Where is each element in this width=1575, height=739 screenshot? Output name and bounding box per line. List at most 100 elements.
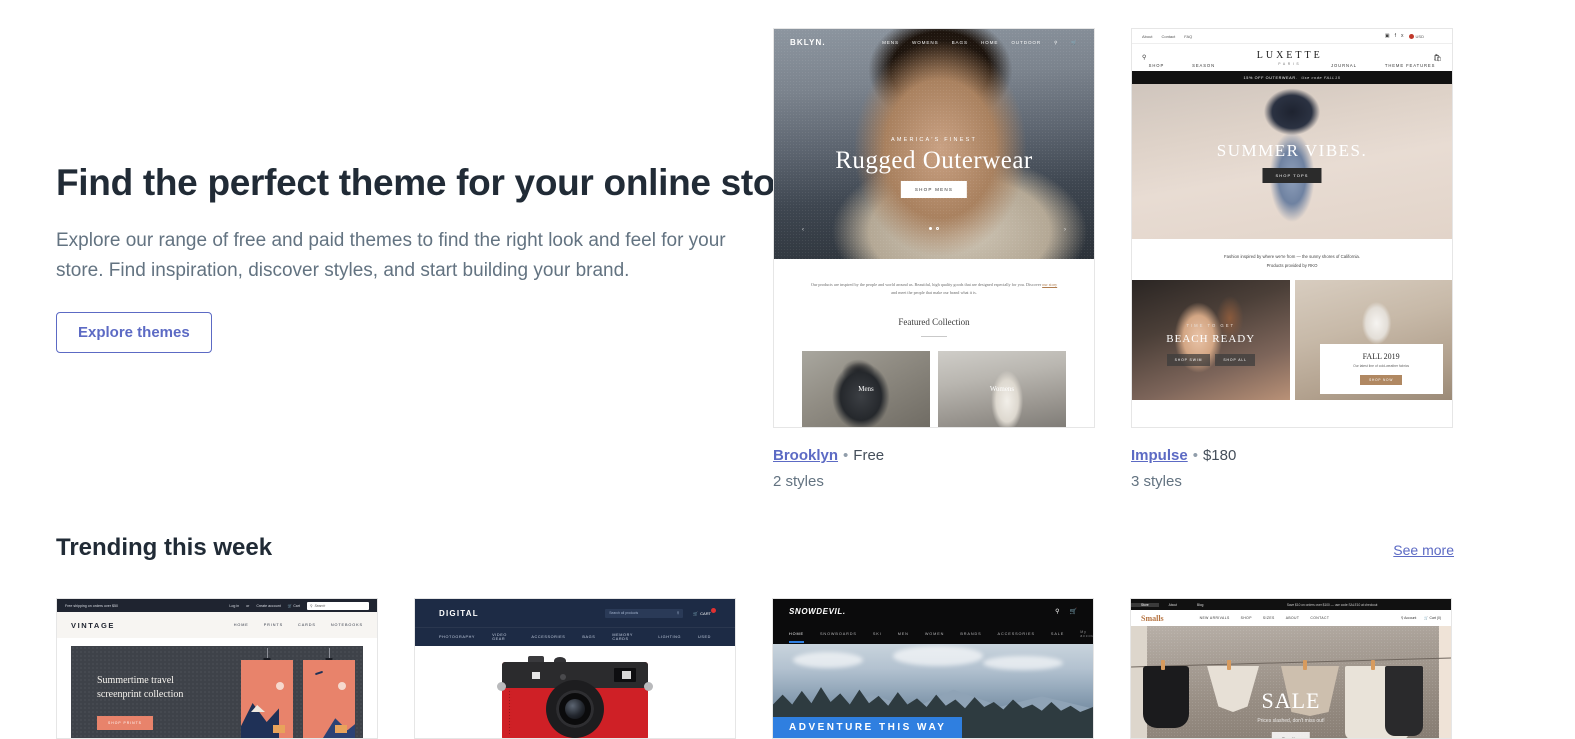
cart-link[interactable]: 🛒 Cart (0): [1424, 616, 1441, 620]
poster-artwork: [303, 648, 355, 738]
theme-preview-brooklyn[interactable]: BKLYN. MENS WOMENS BAGS HOME OUTDOOR ⚲ 🛒: [773, 28, 1095, 428]
blurb-line-1: Fashion inspired by where we're from — t…: [1224, 254, 1360, 259]
instagram-icon[interactable]: ▣: [1385, 33, 1390, 39]
theme-preview-vintage[interactable]: Free shipping on orders over $50 Log in …: [56, 598, 378, 739]
smalls-nav-links: NEW ARRIVALS SHOP SIZES ABOUT CONTACT: [1200, 616, 1330, 620]
nav-item[interactable]: BRANDS: [960, 632, 981, 636]
paragraph-inline-link[interactable]: our story: [1042, 282, 1057, 287]
nav-item[interactable]: NOTEBOOKS: [331, 623, 363, 627]
login-link[interactable]: Log in: [229, 604, 239, 608]
nav-item[interactable]: VIDEO GEAR: [492, 633, 514, 641]
promo-tile-beach[interactable]: TIME TO GET BEACH READY SHOP SWIM SHOP A…: [1132, 280, 1290, 400]
nav-item[interactable]: SALE: [1051, 632, 1064, 636]
nav-item[interactable]: SKI: [873, 632, 882, 636]
account-link[interactable]: My account: [1080, 630, 1093, 638]
promo-tile-fall[interactable]: FALL 2019 Our latest line of cold-weathe…: [1294, 280, 1452, 400]
collection-tile[interactable]: Womens: [938, 351, 1066, 427]
nav-item[interactable]: HOME: [234, 623, 249, 627]
search-icon[interactable]: ⚲: [1054, 40, 1058, 46]
search-icon[interactable]: ⚲: [1142, 54, 1146, 61]
carousel-dots[interactable]: [929, 227, 939, 230]
currency-selector[interactable]: USD: [1408, 33, 1424, 39]
explore-themes-button[interactable]: Explore themes: [56, 312, 212, 353]
collection-tile[interactable]: Mens: [802, 351, 930, 427]
nav-item[interactable]: CONTACT: [1310, 616, 1329, 620]
cart-link[interactable]: 🛒 Cart: [288, 604, 300, 608]
pinterest-icon[interactable]: x: [1401, 33, 1404, 39]
nav-item[interactable]: PRINTS: [264, 623, 283, 627]
impulse-hero-headline: SUMMER VIBES.: [1216, 141, 1368, 160]
impulse-social-links: ▣ f x USD: [1385, 33, 1433, 39]
search-input[interactable]: Search all products ⚲: [605, 608, 684, 618]
nav-item[interactable]: ABOUT: [1286, 616, 1300, 620]
utility-link[interactable]: About: [1142, 34, 1152, 39]
digital-body: [415, 646, 735, 738]
brooklyn-hero-cta[interactable]: SHOP MENS: [900, 181, 968, 198]
nav-item[interactable]: LIGHTING: [658, 635, 681, 639]
brooklyn-nav-links: MENS WOMENS BAGS HOME OUTDOOR ⚲ 🛒: [882, 40, 1078, 46]
theme-preview-snowdevil[interactable]: SNOWDEVIL. ⚲ 🛒 HOME SNOWBOARDS SKI MEN W…: [772, 598, 1094, 739]
nav-item[interactable]: BAGS: [952, 40, 968, 45]
cart-icon[interactable]: 🛒: [1071, 40, 1078, 46]
impulse-hero-cta[interactable]: SHOP TOPS: [1262, 168, 1322, 183]
nav-item[interactable]: ACCESSORIES: [531, 635, 565, 639]
smalls-hero-cta[interactable]: Shop Now: [1271, 732, 1311, 738]
impulse-utility-bar: About Contact FAQ ▣ f x USD: [1132, 29, 1452, 44]
theme-styles-count: 2 styles: [773, 473, 824, 490]
tile-button[interactable]: SHOP SWIM: [1166, 354, 1211, 367]
nav-item[interactable]: SNOWBOARDS: [820, 632, 857, 636]
nav-item[interactable]: CARDS: [298, 623, 316, 627]
see-more-link[interactable]: See more: [1393, 542, 1454, 558]
theme-preview-smalls[interactable]: Store About Blog Save $10 on orders over…: [1130, 598, 1452, 739]
theme-name-link[interactable]: Brooklyn: [773, 447, 838, 464]
nav-item[interactable]: WOMENS: [912, 40, 939, 45]
nav-item[interactable]: NEW ARRIVALS: [1200, 616, 1230, 620]
smalls-hero-headline: SALE: [1261, 688, 1321, 713]
promo-card-cta[interactable]: SHOP NOW: [1360, 375, 1403, 385]
digital-header: DIGITAL Search all products ⚲ 🛒 CART: [415, 599, 735, 627]
facebook-icon[interactable]: f: [1395, 33, 1396, 39]
nav-item[interactable]: SIZES: [1263, 616, 1275, 620]
theme-name-link[interactable]: Impulse: [1131, 447, 1188, 464]
nav-item[interactable]: MEN: [898, 632, 909, 636]
nav-item[interactable]: THEME FEATURES: [1385, 63, 1435, 68]
nav-item[interactable]: MEMORY CARDS: [612, 633, 641, 641]
tab-blog[interactable]: Blog: [1187, 603, 1213, 607]
tab-store[interactable]: Store: [1131, 602, 1159, 607]
tile-button[interactable]: SHOP ALL: [1215, 354, 1255, 367]
cart-label: Cart (0): [1429, 616, 1442, 620]
vintage-hero-cta[interactable]: SHOP PRINTS: [97, 716, 153, 730]
utility-link[interactable]: FAQ: [1184, 34, 1192, 39]
brooklyn-hero-image: BKLYN. MENS WOMENS BAGS HOME OUTDOOR ⚲ 🛒: [774, 29, 1094, 259]
theme-preview-digital[interactable]: DIGITAL Search all products ⚲ 🛒 CART PHO…: [414, 598, 736, 739]
nav-item-active[interactable]: HOME: [789, 632, 804, 643]
nav-item[interactable]: USED: [698, 635, 711, 639]
nav-item[interactable]: BAGS: [582, 635, 595, 639]
carousel-next-icon[interactable]: ›: [1064, 227, 1066, 233]
nav-item[interactable]: PHOTOGRAPHY: [439, 635, 475, 639]
search-icon[interactable]: ⚲: [1055, 608, 1059, 615]
nav-item[interactable]: SEASON: [1192, 63, 1215, 68]
nav-item[interactable]: MENS: [882, 40, 899, 45]
nav-item[interactable]: SHOP: [1149, 63, 1164, 68]
utility-link[interactable]: Contact: [1161, 34, 1175, 39]
bag-icon[interactable]: 🛍: [1433, 54, 1442, 62]
announcement-link[interactable]: Use code FALL15: [1301, 76, 1340, 80]
account-link[interactable]: ⚲ Account: [1401, 616, 1417, 620]
carousel-prev-icon[interactable]: ‹: [802, 227, 804, 233]
create-account-link[interactable]: Create account: [256, 604, 280, 608]
nav-item[interactable]: HOME: [981, 40, 998, 45]
brooklyn-collection-grid: Mens Womens: [774, 337, 1094, 427]
nav-item[interactable]: ACCESSORIES: [998, 632, 1035, 636]
digital-header-right: Search all products ⚲ 🛒 CART: [605, 607, 716, 618]
cart-icon[interactable]: 🛒: [1070, 608, 1077, 615]
nav-item[interactable]: WOMEN: [925, 632, 944, 636]
cart-button[interactable]: 🛒 CART: [693, 607, 716, 616]
nav-item[interactable]: SHOP: [1241, 616, 1252, 620]
poster-artwork: [241, 648, 293, 738]
tab-about[interactable]: About: [1159, 603, 1187, 607]
search-input[interactable]: ⚲ Search: [307, 601, 369, 610]
nav-item[interactable]: JOURNAL: [1331, 63, 1357, 68]
nav-item[interactable]: OUTDOOR: [1011, 40, 1041, 45]
theme-preview-impulse[interactable]: About Contact FAQ ▣ f x USD ⚲ LUXETTE PA…: [1131, 28, 1453, 428]
